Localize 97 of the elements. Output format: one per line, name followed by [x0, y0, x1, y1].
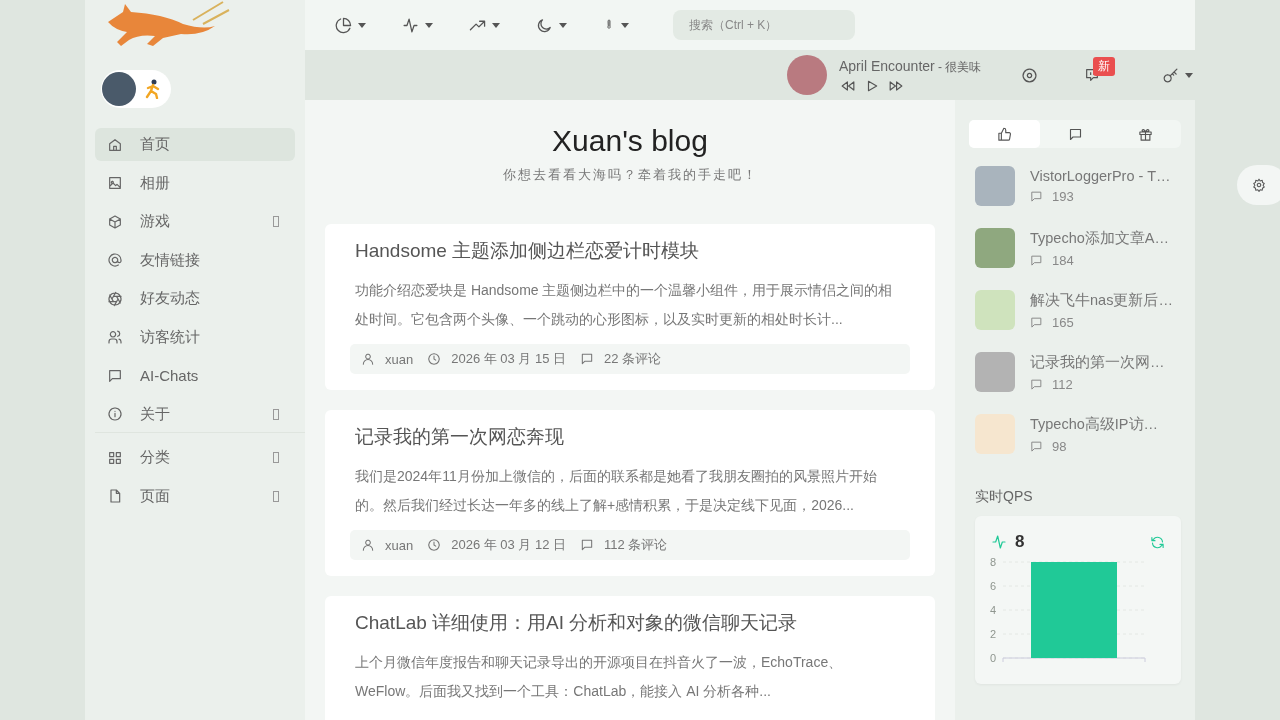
popular-post-title[interactable]: VistorLoggerPro - T…: [1030, 168, 1171, 184]
post-excerpt: 上个月微信年度报告和聊天记录导出的开源项目在抖音火了一波，EchoTrace、WeFlow。后面我又找到一个工具：ChatLab，能接入 AI 分析各种...: [355, 653, 844, 701]
album-art: [787, 55, 827, 95]
post-title[interactable]: ChatLab 详细使用：用AI 分析和对象的微信聊天记录: [355, 610, 905, 636]
caret-icon: [492, 22, 500, 28]
comment-count: 112: [1052, 376, 1073, 392]
file-icon: [107, 488, 123, 504]
popular-post-title[interactable]: Typecho添加文章A…: [1030, 228, 1169, 248]
user-card[interactable]: [101, 70, 171, 108]
comment-icon: [1030, 190, 1043, 203]
post-thumbnail[interactable]: [975, 166, 1015, 206]
post-date: 2026 年 03 月 15 日: [451, 350, 567, 368]
pie-chart-icon: [335, 16, 352, 34]
aperture-icon: [107, 290, 123, 307]
clock-icon: [427, 352, 442, 366]
nav-item[interactable]: 访客统计: [95, 320, 295, 354]
post-thumbnail[interactable]: [975, 352, 1015, 392]
y-tick-label: 6: [989, 580, 997, 592]
post-title[interactable]: 记录我的第一次网恋奔现: [355, 424, 905, 450]
comment-icon: [1030, 439, 1043, 453]
blog-subtitle: 你想去看看大海吗？牵着我的手走吧！: [501, 166, 759, 184]
nav-item[interactable]: 关于: [95, 397, 295, 431]
next-button[interactable]: [887, 78, 905, 93]
users-icon: [107, 329, 123, 345]
caret-icon: [621, 22, 629, 28]
settings-icon: [1252, 178, 1266, 192]
caret-icon: [559, 22, 567, 28]
disc-button[interactable]: [1021, 66, 1038, 84]
user-icon: [361, 352, 375, 366]
key-icon: [1162, 66, 1179, 84]
pulse-icon: [991, 534, 1007, 550]
comment-count: 98: [1052, 438, 1067, 454]
info-icon: [107, 406, 123, 422]
avatar[interactable]: [102, 72, 136, 106]
y-tick-label: 4: [989, 604, 997, 616]
blog-title: Xuan's blog: [551, 124, 709, 158]
new-badge: 新: [1093, 57, 1115, 76]
comment-count: 165: [1052, 314, 1074, 330]
nav-item[interactable]: AI-Chats: [95, 359, 295, 392]
clock-icon: [427, 538, 442, 552]
moon-icon: [536, 16, 553, 34]
popular-post-title[interactable]: 解决飞牛nas更新后…: [1030, 290, 1173, 310]
post-title[interactable]: Handsome 主题添加侧边栏恋爱计时模块: [355, 238, 905, 264]
post-excerpt: 功能介绍恋爱块是 Handsome 主题侧边栏中的一个温馨小组件，用于展示情侣之间的相处时间。它包含两个头像、一个跳动的心形图标，以及实时更新的相处时长计...: [355, 281, 894, 329]
y-tick-label: 0: [989, 652, 997, 664]
post-date: 2026 年 03 月 12 日: [451, 536, 567, 554]
nav-item[interactable]: 页面: [95, 479, 295, 513]
post-thumbnail[interactable]: [975, 414, 1015, 454]
settings-button[interactable]: [1237, 165, 1280, 205]
chat-bubble-icon: [1067, 126, 1083, 142]
comment-icon: [1030, 377, 1043, 391]
image-icon: [107, 175, 123, 191]
pulse-icon: [402, 16, 419, 34]
thumbs-up-icon-tab[interactable]: [969, 120, 1040, 148]
track-title: April Encounter - 很美味: [839, 57, 983, 76]
home-icon: [107, 136, 123, 153]
nav-item[interactable]: 相册: [95, 166, 295, 200]
comment-icon: [580, 538, 595, 552]
post-author[interactable]: xuan: [385, 537, 414, 553]
comment-icon: [1030, 315, 1043, 329]
running-person-icon: [144, 79, 162, 99]
previous-button[interactable]: [839, 78, 857, 93]
user-icon: [361, 538, 375, 552]
comment-count: 184: [1052, 252, 1074, 268]
qps-value: 8: [1015, 532, 1025, 552]
y-tick-label: 8: [989, 556, 997, 568]
post-author[interactable]: xuan: [385, 351, 414, 367]
post-excerpt: 我们是2024年11月份加上微信的，后面的联系都是她看了我朋友圈拍的风景照片开始的。然后我们经过长达一年多的线上了解+感情积累，于是决定线下见面，2026...: [355, 467, 878, 515]
y-tick-label: 2: [989, 628, 997, 640]
at-sign-icon: [107, 252, 123, 268]
nav-item[interactable]: 友情链接: [95, 243, 295, 277]
nav-item[interactable]: 分类: [95, 441, 295, 474]
key-menu-button[interactable]: [1162, 66, 1193, 84]
section-heading: 实时QPS: [975, 488, 1034, 506]
post-comment-count[interactable]: 112 条评论: [604, 536, 668, 554]
nav-item[interactable]: 游戏: [95, 205, 295, 238]
grid-icon: [107, 449, 123, 466]
nav-item[interactable]: 首页: [95, 128, 295, 161]
comment-icon: [580, 352, 595, 366]
thumbs-up-icon: [996, 126, 1012, 142]
post-thumbnail[interactable]: [975, 290, 1015, 330]
popular-post-title[interactable]: 记录我的第一次网…: [1030, 352, 1165, 372]
refresh-icon: [1150, 534, 1165, 550]
comment-icon: [1030, 253, 1043, 267]
nav-item[interactable]: 好友动态: [95, 282, 295, 315]
search-field[interactable]: 搜索（Ctrl + K）: [673, 10, 855, 40]
popular-post-title[interactable]: Typecho高级IP访…: [1030, 414, 1158, 434]
caret-icon: [1185, 72, 1193, 78]
post-thumbnail[interactable]: [975, 228, 1015, 268]
caret-icon: [425, 22, 433, 28]
message-icon[interactable]: [1084, 67, 1100, 83]
gift-icon: [1138, 126, 1154, 142]
comment-count: 193: [1052, 189, 1074, 204]
cube-icon: [107, 213, 123, 230]
chat-bubble-icon: [107, 367, 123, 384]
caret-icon: [358, 22, 366, 28]
post-comment-count[interactable]: 22 条评论: [604, 350, 662, 368]
